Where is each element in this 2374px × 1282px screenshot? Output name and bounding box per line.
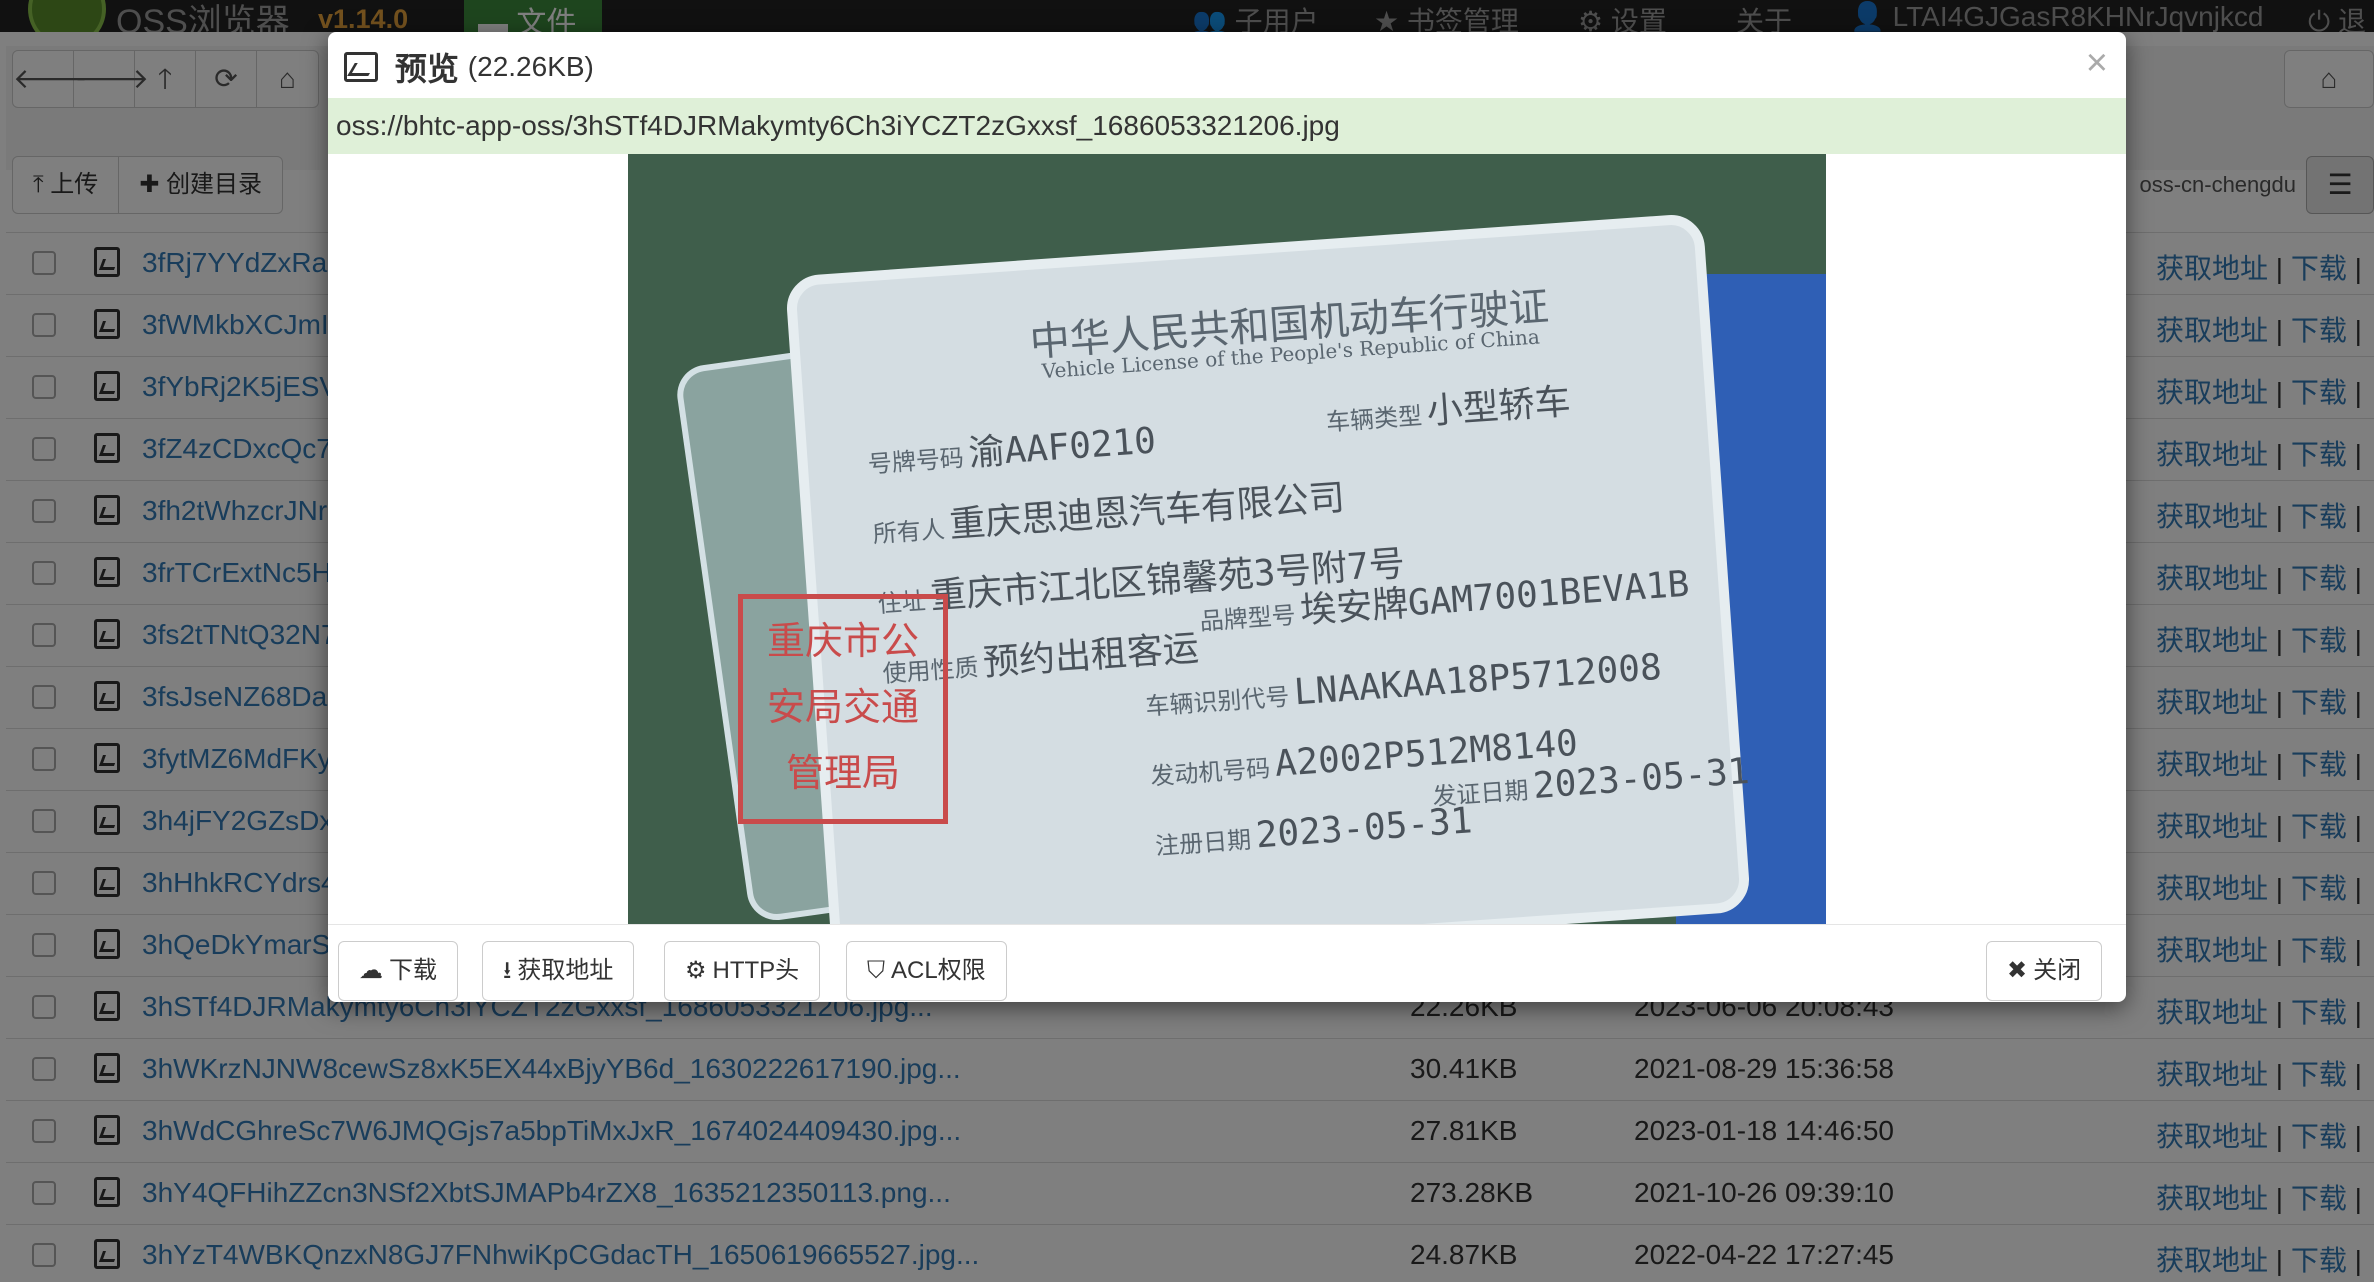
gear-icon: ⚙ bbox=[685, 957, 707, 984]
seal-line: 安局交通 bbox=[766, 687, 919, 729]
close-icon[interactable]: × bbox=[2086, 42, 2108, 85]
official-seal: 重庆市公 安局交通 管理局 bbox=[738, 594, 948, 824]
field-value: 渝AAF0210 bbox=[967, 420, 1158, 475]
file-path: oss://bhtc-app-oss/3hSTf4DJRMakymty6Ch3i… bbox=[328, 98, 2126, 154]
field-label: 注册日期 bbox=[1154, 825, 1253, 861]
field-label: 发动机号码 bbox=[1149, 754, 1272, 791]
download-icon: ⭳ bbox=[503, 957, 512, 984]
cloud-download-icon: ☁ bbox=[359, 957, 383, 984]
field-owner: 所有人 重庆思迪恩汽车有限公司 bbox=[871, 468, 1347, 553]
field-value: 重庆思迪恩汽车有限公司 bbox=[948, 477, 1347, 546]
field-label: 号牌号码 bbox=[867, 443, 965, 479]
http-headers-button[interactable]: ⚙ HTTP头 bbox=[664, 941, 821, 1001]
field-vehicle-type: 车辆类型 小型轿车 bbox=[1324, 373, 1572, 442]
preview-modal: 预览 (22.26KB) × oss://bhtc-app-oss/3hSTf4… bbox=[328, 32, 2126, 1002]
field-register-date: 注册日期 2023-05-31 bbox=[1154, 800, 1473, 863]
field-value: LNAAKAA18P5712008 bbox=[1292, 646, 1664, 714]
acl-button[interactable]: ⛉ ACL权限 bbox=[846, 941, 1007, 1001]
field-value: 小型轿车 bbox=[1425, 381, 1572, 433]
download-label: 下载 bbox=[389, 957, 437, 984]
field-label: 车辆类型 bbox=[1325, 401, 1423, 437]
modal-title: 预览 (22.26KB) bbox=[344, 44, 594, 90]
download-button[interactable]: ☁ 下载 bbox=[338, 941, 458, 1001]
modal-file-size: (22.26KB) bbox=[467, 51, 594, 82]
acl-label: ACL权限 bbox=[891, 957, 986, 984]
close-button[interactable]: ✖ 关闭 bbox=[1986, 941, 2103, 1001]
close-label: 关闭 bbox=[2033, 957, 2082, 984]
shield-icon: ⛉ bbox=[867, 957, 885, 984]
modal-title-text: 预览 bbox=[394, 51, 459, 87]
field-label: 品牌型号 bbox=[1198, 601, 1297, 636]
picture-icon bbox=[344, 52, 378, 82]
preview-area: 中华人民共和国机动车行驶证 Vehicle License of the Peo… bbox=[328, 154, 2126, 924]
get-url-button[interactable]: ⭳ 获取地址 bbox=[482, 941, 635, 1001]
http-headers-label: HTTP头 bbox=[712, 957, 800, 984]
close-icon: ✖ bbox=[2007, 957, 2028, 984]
seal-line: 重庆市公 bbox=[766, 621, 919, 663]
modal-footer: ☁ 下载 ⭳ 获取地址 ⚙ HTTP头 ⛉ ACL权限 ✖ 关闭 bbox=[328, 924, 2126, 1002]
field-label: 发证日期 bbox=[1431, 776, 1530, 811]
get-url-label: 获取地址 bbox=[517, 957, 614, 984]
seal-line: 管理局 bbox=[785, 753, 900, 795]
field-vin: 车辆识别代号 LNAAKAA18P5712008 bbox=[1144, 647, 1663, 724]
field-label: 车辆识别代号 bbox=[1144, 682, 1291, 721]
preview-image: 中华人民共和国机动车行驶证 Vehicle License of the Peo… bbox=[628, 154, 1826, 924]
field-plate: 号牌号码 渝AAF0210 bbox=[866, 412, 1158, 484]
field-value: 预约出租客运 bbox=[981, 628, 1201, 684]
modal-header: 预览 (22.26KB) × bbox=[328, 32, 2126, 98]
field-label: 所有人 bbox=[871, 515, 946, 549]
